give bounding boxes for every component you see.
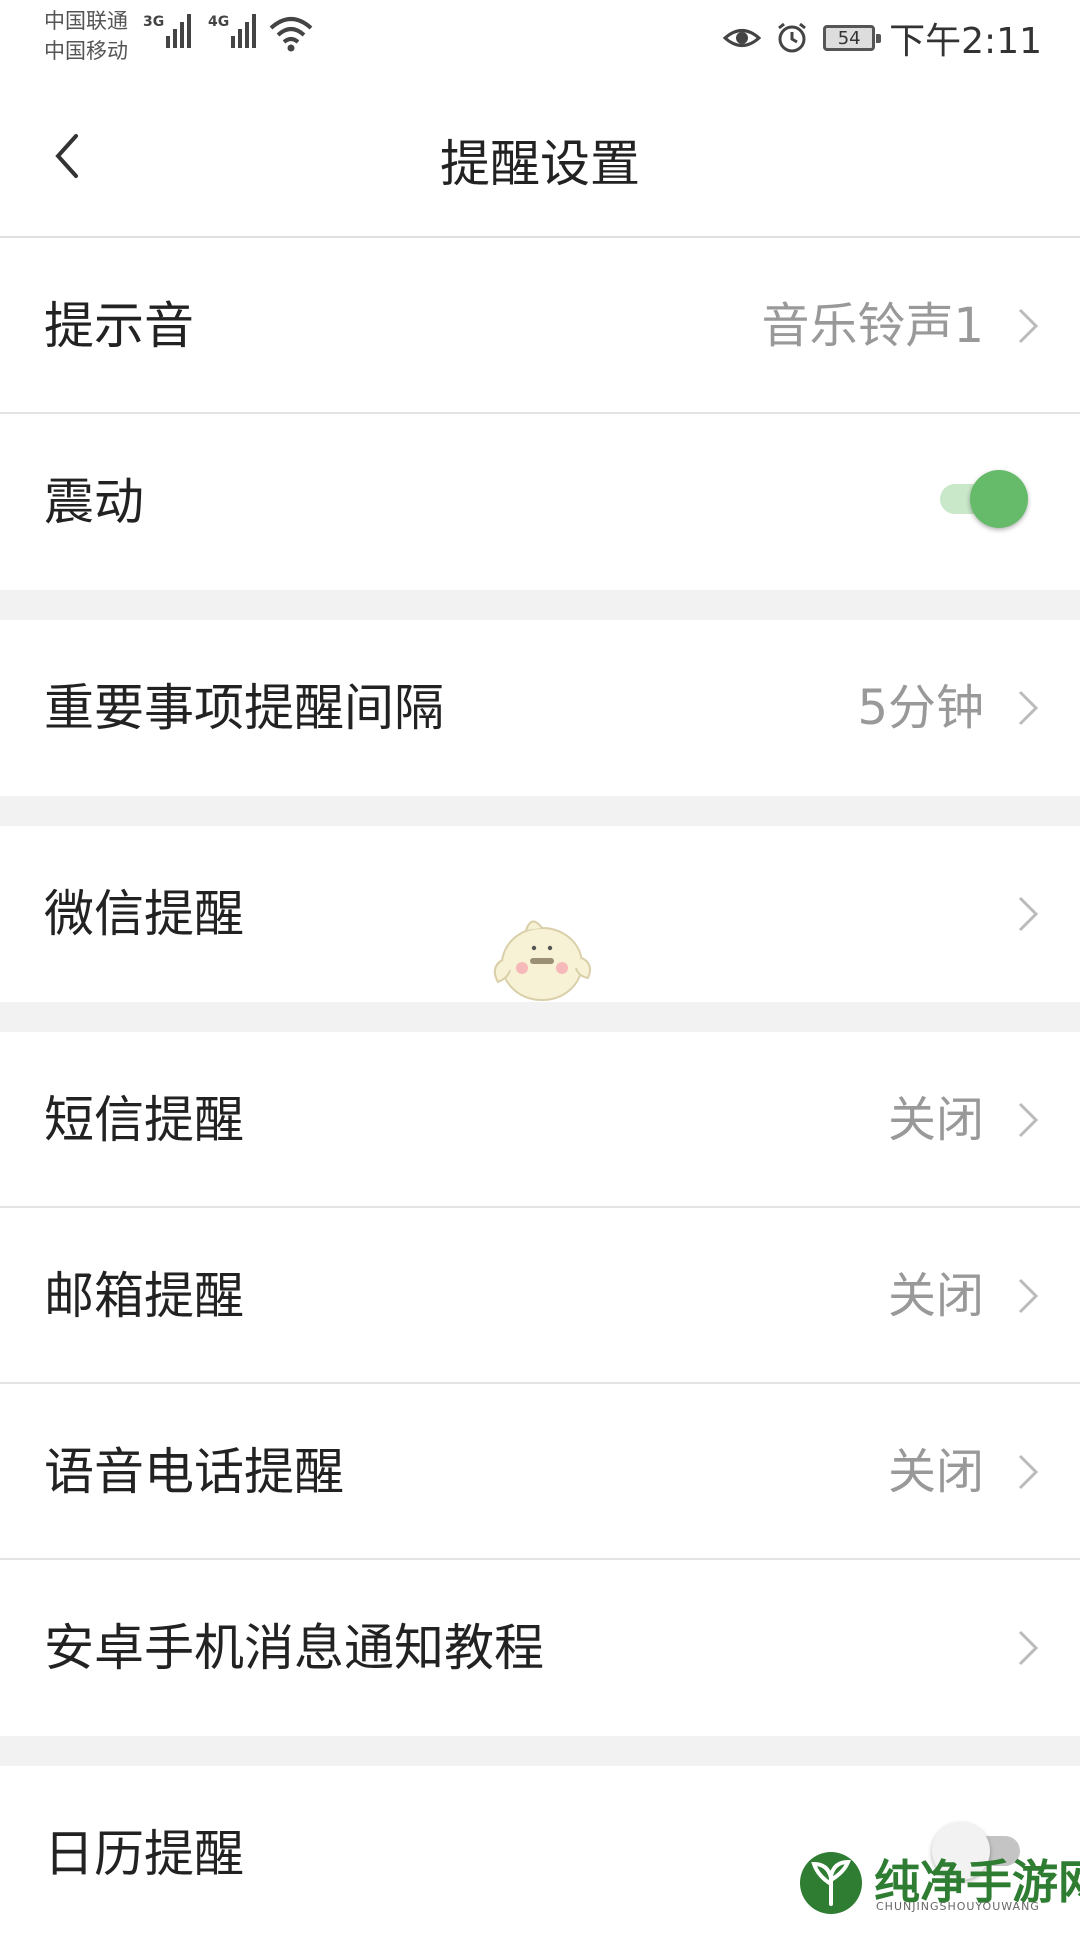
signal-icon: 4G	[208, 14, 257, 48]
setting-label: 语音电话提醒	[44, 1443, 344, 1501]
setting-label: 震动	[44, 473, 144, 531]
watermark: 纯净手游网 CHUNJINGSHOUYOUWANG	[798, 1850, 1080, 1916]
status-bar: 中国联通 中国移动 3G 4G 54 下午2:11	[0, 0, 1080, 80]
app-header: 提醒设置	[0, 80, 1080, 238]
mascot-icon	[493, 920, 591, 1001]
section-gap	[0, 1002, 1080, 1032]
setting-label: 短信提醒	[44, 1091, 244, 1149]
section-gap	[0, 1736, 1080, 1766]
network-type-1: 3G	[143, 14, 165, 30]
setting-row-email[interactable]: 邮箱提醒 关闭	[0, 1208, 1080, 1384]
chevron-right-icon	[1018, 308, 1039, 344]
setting-row-important-interval[interactable]: 重要事项提醒间隔 5分钟	[0, 620, 1080, 796]
battery-level: 54	[837, 27, 861, 49]
carrier-1: 中国联通	[44, 9, 128, 33]
setting-label: 重要事项提醒间隔	[44, 679, 444, 737]
setting-value: 关闭	[887, 1268, 984, 1324]
chevron-right-icon	[1018, 896, 1039, 932]
setting-label: 安卓手机消息通知教程	[44, 1619, 544, 1677]
status-right-group: 54 下午2:11	[723, 10, 1042, 66]
setting-row-voice-call[interactable]: 语音电话提醒 关闭	[0, 1384, 1080, 1560]
carrier-names: 中国联通 中国移动	[44, 6, 128, 66]
settings-list: 提示音 音乐铃声1 震动 重要事项提醒间隔 5分钟 微信提醒 短信提醒 关闭 邮…	[0, 238, 1080, 1942]
eye-icon	[723, 29, 762, 47]
setting-row-android-tutorial[interactable]: 安卓手机消息通知教程	[0, 1560, 1080, 1736]
section-gap	[0, 590, 1080, 620]
leaf-logo-icon	[800, 1852, 862, 1914]
chevron-right-icon	[1018, 690, 1039, 726]
setting-row-sms[interactable]: 短信提醒 关闭	[0, 1032, 1080, 1208]
signal-icon: 3G	[143, 14, 192, 48]
wifi-icon	[269, 17, 313, 52]
setting-row-vibrate: 震动	[0, 414, 1080, 590]
setting-value: 关闭	[887, 1092, 984, 1148]
page-title: 提醒设置	[440, 135, 640, 193]
toggle-knob	[970, 470, 1028, 528]
battery-icon: 54	[823, 25, 882, 51]
carrier-2: 中国移动	[44, 39, 128, 63]
network-type-2: 4G	[208, 14, 230, 30]
vibrate-toggle[interactable]	[932, 468, 1028, 528]
section-gap	[0, 796, 1080, 826]
chevron-right-icon	[1018, 1630, 1039, 1666]
setting-value: 音乐铃声1	[761, 298, 984, 354]
setting-row-sound[interactable]: 提示音 音乐铃声1	[0, 238, 1080, 414]
setting-label: 日历提醒	[44, 1825, 244, 1883]
clock-time: 下午2:11	[889, 21, 1042, 62]
chevron-right-icon	[1018, 1454, 1039, 1490]
setting-label: 提示音	[44, 297, 194, 355]
alarm-icon	[778, 22, 807, 53]
setting-label: 微信提醒	[44, 885, 244, 943]
setting-value: 关闭	[887, 1444, 984, 1500]
setting-value: 5分钟	[857, 680, 984, 736]
setting-label: 邮箱提醒	[44, 1267, 244, 1325]
watermark-subtext: CHUNJINGSHOUYOUWANG	[876, 1900, 1040, 1913]
chevron-right-icon	[1018, 1102, 1039, 1138]
chevron-right-icon	[1018, 1278, 1039, 1314]
